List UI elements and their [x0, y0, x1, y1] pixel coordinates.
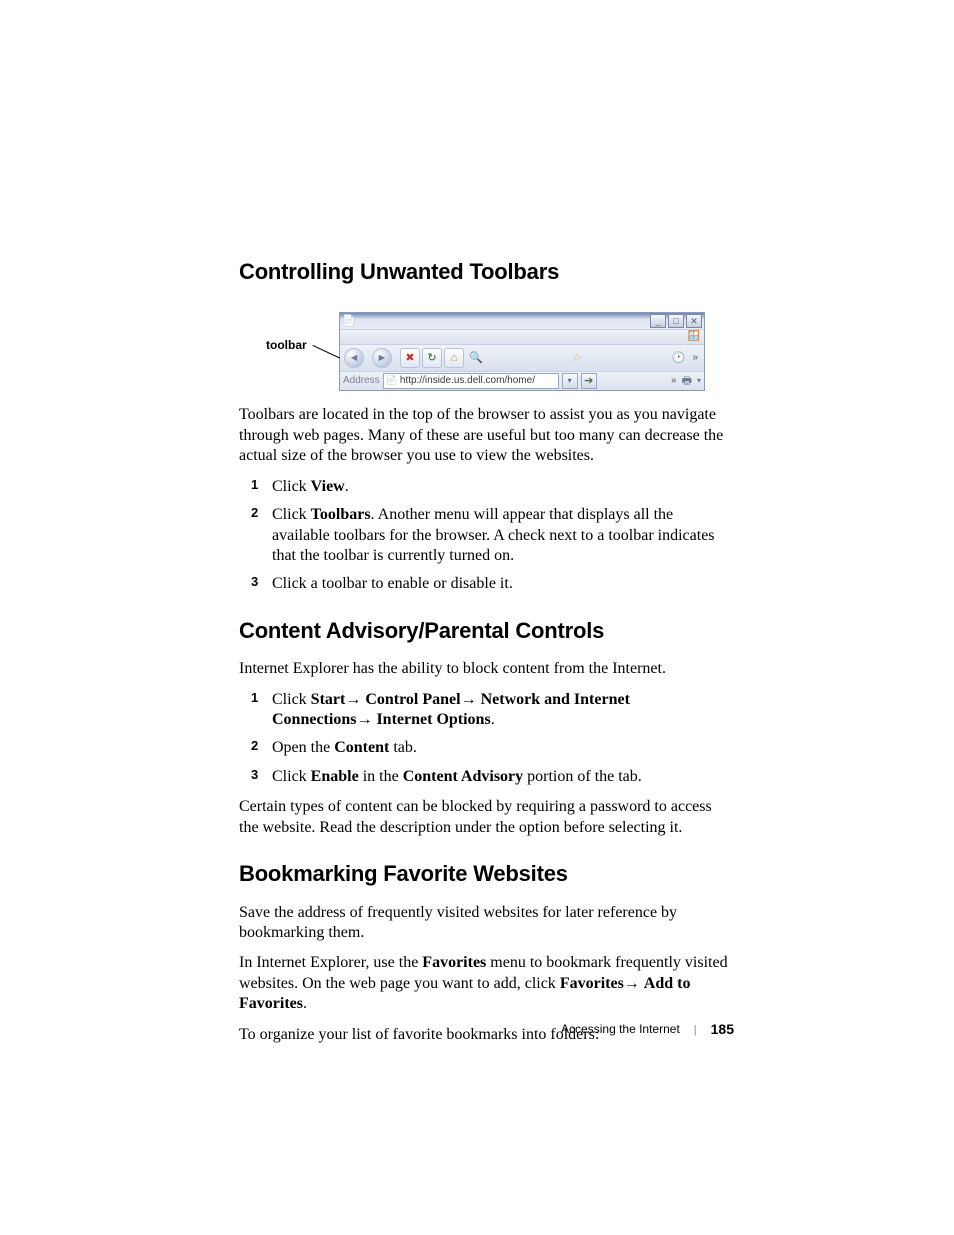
address-label: Address	[343, 375, 380, 388]
heading-bookmarking: Bookmarking Favorite Websites	[239, 860, 734, 888]
callout-leader-line	[307, 345, 341, 371]
minimize-button[interactable]: _	[650, 314, 666, 328]
forward-button[interactable]: ►	[372, 348, 392, 368]
print-icon[interactable]: 🖶	[682, 374, 692, 388]
search-button[interactable]: 🔍	[466, 348, 486, 368]
maximize-button[interactable]: □	[668, 314, 684, 328]
home-button[interactable]: ⌂	[444, 348, 464, 368]
paragraph: Certain types of content can be blocked …	[239, 797, 734, 838]
page-footer: Accessing the Internet | 185	[561, 1021, 734, 1039]
menubar: 🪟	[340, 329, 704, 344]
document-page: Controlling Unwanted Toolbars toolbar 📄 …	[0, 0, 954, 1235]
step: Click Toolbars. Another menu will appear…	[239, 505, 734, 566]
paragraph: In Internet Explorer, use the Favorites …	[239, 953, 734, 1014]
document-icon: 📄	[342, 314, 356, 328]
address-dropdown[interactable]: ▾	[562, 373, 578, 389]
print-dropdown-icon[interactable]: ▾	[697, 376, 701, 386]
history-button[interactable]: 🕑	[668, 348, 688, 368]
address-url: http://inside.us.dell.com/home/	[400, 375, 535, 388]
footer-section: Accessing the Internet	[561, 1022, 680, 1037]
footer-separator: |	[694, 1023, 697, 1037]
back-button[interactable]: ◄	[344, 348, 364, 368]
step: Click View.	[239, 477, 734, 497]
paragraph: Toolbars are located in the top of the b…	[239, 405, 734, 466]
steps-list-2: Click Start→ Control Panel→ Network and …	[239, 690, 734, 788]
refresh-button[interactable]: ↻	[422, 348, 442, 368]
step: Click Enable in the Content Advisory por…	[239, 767, 734, 787]
toolbar-callout-label: toolbar	[266, 338, 307, 353]
heading-content-advisory: Content Advisory/Parental Controls	[239, 617, 734, 645]
address-bar: Address 📄 http://inside.us.dell.com/home…	[340, 371, 704, 390]
address-field[interactable]: 📄 http://inside.us.dell.com/home/	[383, 373, 559, 389]
step: Open the Content tab.	[239, 738, 734, 758]
stop-button[interactable]: ✖	[400, 348, 420, 368]
go-button[interactable]: ➔	[581, 373, 597, 389]
heading-controlling-toolbars: Controlling Unwanted Toolbars	[239, 258, 734, 286]
step: Click a toolbar to enable or disable it.	[239, 574, 734, 594]
step: Click Start→ Control Panel→ Network and …	[239, 690, 734, 731]
browser-figure: toolbar 📄 _ □ ✕ 🪟 ◄ ► ✖ ↻ ⌂ 🔍	[239, 312, 734, 391]
page-number: 185	[711, 1021, 734, 1039]
close-button[interactable]: ✕	[686, 314, 702, 328]
ie-window: 📄 _ □ ✕ 🪟 ◄ ► ✖ ↻ ⌂ 🔍 ☆ 🕑 »	[339, 312, 705, 391]
paragraph: Internet Explorer has the ability to blo…	[239, 659, 734, 679]
links-overflow-icon[interactable]: »	[669, 375, 679, 388]
toolbar-overflow-icon[interactable]: »	[690, 352, 700, 365]
steps-list-1: Click View. Click Toolbars. Another menu…	[239, 477, 734, 595]
nav-toolbar: ◄ ► ✖ ↻ ⌂ 🔍 ☆ 🕑 »	[340, 344, 704, 371]
windows-flag-icon: 🪟	[688, 331, 700, 344]
favorites-button[interactable]: ☆	[567, 348, 587, 368]
titlebar: 📄 _ □ ✕	[340, 313, 704, 329]
page-icon: 📄	[386, 375, 397, 387]
paragraph: Save the address of frequently visited w…	[239, 903, 734, 944]
